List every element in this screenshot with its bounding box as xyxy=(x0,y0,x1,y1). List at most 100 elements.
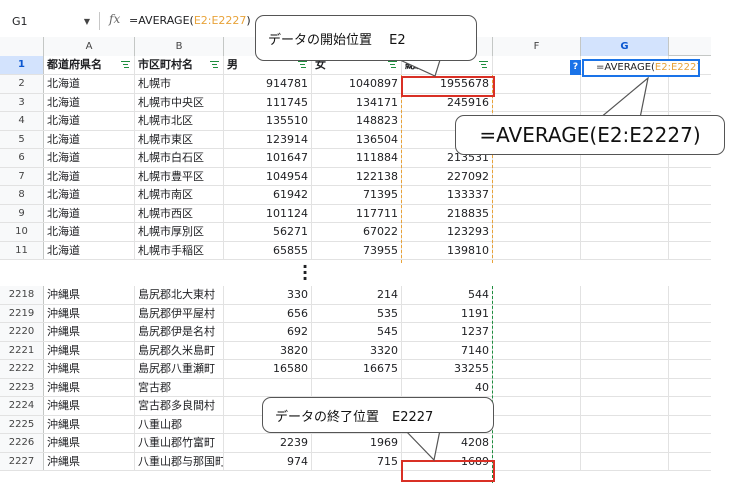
cell-a[interactable]: 北海道 xyxy=(44,204,135,222)
cell-d[interactable]: 134171 xyxy=(312,93,402,111)
row-number[interactable]: 2 xyxy=(0,75,44,93)
filter-icon[interactable] xyxy=(298,61,307,69)
cell-d[interactable]: 1040897 xyxy=(312,75,402,93)
row-number[interactable]: 2219 xyxy=(0,304,44,322)
cell-e[interactable]: 4208 xyxy=(402,434,493,452)
cell-d[interactable]: 67022 xyxy=(312,223,402,241)
active-cell-g1[interactable]: =AVERAGE(E2:E2227) xyxy=(582,59,700,77)
cell-e[interactable]: 1237 xyxy=(402,323,493,341)
cell-d[interactable]: 148823 xyxy=(312,112,402,130)
cell-a[interactable]: 沖縄県 xyxy=(44,434,135,452)
column-header-f[interactable]: F xyxy=(493,37,581,56)
cell-b[interactable]: 札幌市手稲区 xyxy=(135,241,224,259)
empty-cell[interactable] xyxy=(493,304,581,322)
cell-c[interactable]: 330 xyxy=(224,286,312,304)
cell-a[interactable]: 北海道 xyxy=(44,112,135,130)
cell-b[interactable]: 札幌市東区 xyxy=(135,130,224,148)
filter-icon[interactable] xyxy=(121,61,130,69)
cell-b[interactable]: 島尻郡伊是名村 xyxy=(135,323,224,341)
row-number[interactable]: 10 xyxy=(0,223,44,241)
row-number[interactable]: 11 xyxy=(0,241,44,259)
cell-b[interactable]: 札幌市西区 xyxy=(135,204,224,222)
empty-cell[interactable] xyxy=(493,323,581,341)
filter-icon[interactable] xyxy=(210,61,219,69)
cell-d[interactable]: 3320 xyxy=(312,341,402,359)
cell-b[interactable]: 宮古郡 xyxy=(135,378,224,396)
cell-c[interactable]: 104954 xyxy=(224,167,312,185)
cell-c[interactable]: 123914 xyxy=(224,130,312,148)
cell-e[interactable]: 218835 xyxy=(402,204,493,222)
cell-d[interactable]: 545 xyxy=(312,323,402,341)
header-cell-a[interactable]: 都道府県名 xyxy=(44,56,135,74)
row-number[interactable]: 2221 xyxy=(0,341,44,359)
cell-b[interactable]: 札幌市 xyxy=(135,75,224,93)
cell-c[interactable]: 914781 xyxy=(224,75,312,93)
cell-d[interactable]: 214 xyxy=(312,286,402,304)
cell-b[interactable]: 札幌市白石区 xyxy=(135,149,224,167)
empty-cell[interactable] xyxy=(493,167,581,185)
empty-cell[interactable] xyxy=(581,223,669,241)
empty-cell[interactable] xyxy=(581,341,669,359)
cell-e[interactable]: 544 xyxy=(402,286,493,304)
cell-b[interactable]: 八重山郡竹富町 xyxy=(135,434,224,452)
cell-d[interactable]: 136504 xyxy=(312,130,402,148)
cell-a[interactable]: 北海道 xyxy=(44,93,135,111)
cell-e[interactable]: 133337 xyxy=(402,186,493,204)
cell-c[interactable]: 61942 xyxy=(224,186,312,204)
empty-cell[interactable] xyxy=(581,204,669,222)
empty-cell[interactable] xyxy=(493,452,581,470)
cell-a[interactable]: 北海道 xyxy=(44,241,135,259)
cell-c[interactable]: 101124 xyxy=(224,204,312,222)
cell-c[interactable]: 656 xyxy=(224,304,312,322)
row-number[interactable]: 8 xyxy=(0,186,44,204)
row-number[interactable]: 6 xyxy=(0,149,44,167)
cell-b[interactable]: 八重山郡与那国町 xyxy=(135,452,224,470)
cell-a[interactable]: 沖縄県 xyxy=(44,304,135,322)
column-header-a[interactable]: A xyxy=(44,37,135,56)
row-number[interactable]: 2220 xyxy=(0,323,44,341)
empty-cell[interactable] xyxy=(581,452,669,470)
empty-cell[interactable] xyxy=(581,415,669,433)
cell-d[interactable]: 122138 xyxy=(312,167,402,185)
row-number[interactable]: 2218 xyxy=(0,286,44,304)
empty-cell[interactable] xyxy=(581,434,669,452)
cell-c[interactable]: 111745 xyxy=(224,93,312,111)
cell-d[interactable]: 117711 xyxy=(312,204,402,222)
cell-d[interactable]: 111884 xyxy=(312,149,402,167)
header-cell-b[interactable]: 市区町村名 xyxy=(135,56,224,74)
cell-c[interactable]: 65855 xyxy=(224,241,312,259)
filter-icon[interactable] xyxy=(479,61,488,69)
cell-a[interactable]: 沖縄県 xyxy=(44,341,135,359)
cell-d[interactable] xyxy=(312,378,402,396)
cell-c[interactable]: 3820 xyxy=(224,341,312,359)
chevron-down-icon[interactable]: ▼ xyxy=(84,17,90,26)
cell-b[interactable]: 島尻郡伊平屋村 xyxy=(135,304,224,322)
cell-a[interactable]: 北海道 xyxy=(44,186,135,204)
cell-b[interactable]: 八重山郡 xyxy=(135,415,224,433)
cell-d[interactable]: 73955 xyxy=(312,241,402,259)
cell-e[interactable]: 40 xyxy=(402,378,493,396)
empty-cell[interactable] xyxy=(493,75,581,93)
cell-b[interactable]: 島尻郡北大東村 xyxy=(135,286,224,304)
cell-e[interactable]: 139810 xyxy=(402,241,493,259)
row-number[interactable]: 2227 xyxy=(0,452,44,470)
empty-cell[interactable] xyxy=(581,397,669,415)
empty-cell[interactable] xyxy=(493,341,581,359)
row-number[interactable]: 2225 xyxy=(0,415,44,433)
cell-b[interactable]: 島尻郡八重瀬町 xyxy=(135,360,224,378)
column-header-g[interactable]: G xyxy=(581,37,669,56)
empty-cell[interactable] xyxy=(581,167,669,185)
row-number[interactable]: 5 xyxy=(0,130,44,148)
empty-cell[interactable] xyxy=(493,434,581,452)
cell-b[interactable]: 札幌市北区 xyxy=(135,112,224,130)
empty-cell[interactable] xyxy=(581,360,669,378)
cell-d[interactable]: 16675 xyxy=(312,360,402,378)
cell-b[interactable]: 札幌市中央区 xyxy=(135,93,224,111)
cell-a[interactable]: 沖縄県 xyxy=(44,378,135,396)
empty-cell[interactable] xyxy=(493,186,581,204)
cell-b[interactable]: 札幌市南区 xyxy=(135,186,224,204)
cell-c[interactable]: 16580 xyxy=(224,360,312,378)
cell-a[interactable]: 沖縄県 xyxy=(44,360,135,378)
cell-a[interactable]: 北海道 xyxy=(44,223,135,241)
row-number[interactable]: 2226 xyxy=(0,434,44,452)
